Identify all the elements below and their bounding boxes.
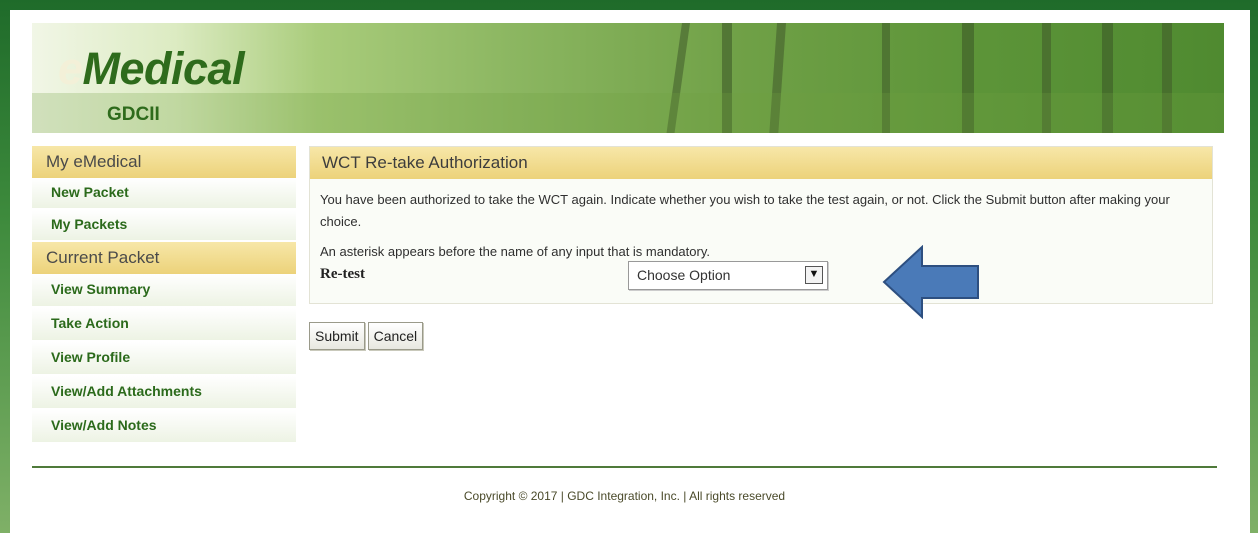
sidebar-section-current-packet: Current Packet	[32, 242, 296, 274]
cancel-button[interactable]: Cancel	[367, 322, 424, 350]
sidebar-item-my-packets[interactable]: My Packets	[32, 210, 296, 242]
form-actions: Submit Cancel	[309, 322, 1213, 350]
sidebar-item-view-add-notes[interactable]: View/Add Notes	[32, 410, 296, 444]
sidebar-item-view-profile[interactable]: View Profile	[32, 342, 296, 376]
retest-select-value: Choose Option	[637, 267, 731, 283]
retest-row: Re-test Choose Option ▼	[320, 245, 1202, 319]
mandatory-note: An asterisk appears before the name of a…	[320, 244, 710, 259]
sidebar-item-view-summary[interactable]: View Summary	[32, 274, 296, 308]
footer-divider	[32, 466, 1217, 468]
submit-button[interactable]: Submit	[309, 322, 365, 350]
sidebar-item-new-packet[interactable]: New Packet	[32, 178, 296, 210]
header-banner: eMedical GDCII	[32, 23, 1224, 133]
main-content: WCT Re-take Authorization You have been …	[309, 146, 1213, 350]
retest-label: Re-test	[320, 266, 365, 282]
footer-copyright: Copyright © 2017 | GDC Integration, Inc.…	[463, 489, 786, 503]
panel-title: WCT Re-take Authorization	[310, 147, 1212, 179]
emedical-logo: eMedical	[58, 43, 245, 95]
retest-select[interactable]: Choose Option ▼	[628, 261, 828, 290]
chevron-down-icon[interactable]: ▼	[805, 266, 823, 284]
sidebar: My eMedical New Packet My Packets Curren…	[32, 146, 296, 444]
panel-body: You have been authorized to take the WCT…	[310, 179, 1212, 319]
sidebar-section-my-emedical: My eMedical	[32, 146, 296, 178]
logo-e: e	[58, 43, 83, 94]
intro-text: You have been authorized to take the WCT…	[320, 192, 1170, 229]
left-arrow-icon	[882, 245, 979, 319]
sidebar-item-take-action[interactable]: Take Action	[32, 308, 296, 342]
logo-subtitle: GDCII	[107, 104, 160, 125]
sidebar-item-view-add-attachments[interactable]: View/Add Attachments	[32, 376, 296, 410]
retake-panel: WCT Re-take Authorization You have been …	[309, 146, 1213, 319]
logo-text: Medical	[82, 43, 245, 94]
